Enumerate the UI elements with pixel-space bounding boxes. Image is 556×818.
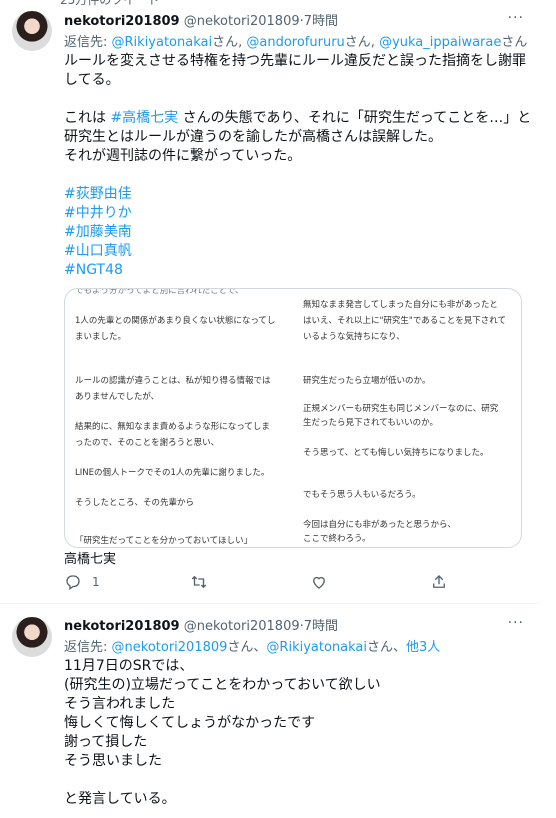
hashtag-link[interactable]: #中井りか [64, 204, 524, 223]
more-options-icon[interactable]: ··· [508, 10, 524, 26]
tweet-text-line: これは #高橋七実 さんの失態であり、それに「研究生だってことを…」と [64, 110, 532, 126]
heart-icon [313, 576, 325, 589]
tweet-text-line [64, 166, 524, 185]
image-text-line: でもよう分かってよと別に言われたことで、 [75, 288, 244, 296]
image-caption: 高橋七実 [64, 552, 117, 567]
reply-to: 返信先: @Rikiyatonakaiさん, @andorofururuさん, … [64, 31, 527, 50]
mention-link[interactable]: 他3人 [406, 640, 440, 655]
avatar[interactable] [12, 617, 52, 657]
image-text-line: いるような気持ちになり、 [303, 332, 405, 342]
reply-prefix: 返信先: [64, 35, 112, 50]
tweet-text-line: (研究生の)立場だってことをわかっておいて欲しい [64, 677, 381, 693]
like-button[interactable] [310, 573, 328, 591]
tweet-text: 11月7日のSRでは、 (研究生の)立場だってことをわかっておいて欲しい そう言われ… [64, 657, 524, 809]
share-button[interactable] [430, 573, 448, 591]
tweet-text-line: してる。 [64, 72, 120, 88]
reply-icon [66, 575, 80, 591]
image-text-line: はいえ、それ以上に"研究生"であることを見下されて [303, 316, 506, 326]
user-handle[interactable]: @nekotori201809 [184, 14, 300, 29]
tweet-text-line [64, 90, 524, 109]
reply-button[interactable]: 1 [64, 573, 100, 591]
mention-link[interactable]: @nekotori201809 [112, 640, 228, 655]
tweet[interactable]: nekotori201809 @nekotori201809·7時間 ··· 返… [0, 604, 540, 818]
retweet-button[interactable] [190, 573, 208, 591]
avatar[interactable] [12, 11, 52, 51]
image-text-line: 研究生だったら立場が低いのか。 [303, 376, 431, 386]
image-text-line: ありませんでしたが、 [75, 392, 160, 402]
reply-prefix: 返信先: [64, 640, 112, 655]
tweet-text-line: 悔しくて悔しくてしょうがなかったです [64, 715, 316, 731]
image-text-line: 「研究生だってことを分かっておいてほしい」 [75, 536, 253, 546]
image-text-line: 正規メンバーも研究生も同じメンバーなのに、研究 [303, 404, 499, 414]
image-text-line: 無知なまま発言してしまった自分にも非があったと [303, 300, 498, 310]
hashtag-link[interactable]: #NGT48 [64, 261, 524, 280]
image-text-line: LINEの個人トークでその1人の先輩に謝りました。 [75, 468, 270, 478]
tweet[interactable]: nekotori201809 @nekotori201809·7時間 ··· 返… [0, 0, 540, 604]
tweet-text-line: そう思いました [64, 753, 162, 769]
timestamp[interactable]: 7時間 [304, 14, 338, 29]
hashtag-link[interactable]: #加藤美南 [64, 223, 524, 242]
reply-separator: さん, [212, 35, 247, 50]
display-name[interactable]: nekotori201809 [64, 619, 180, 634]
attached-image[interactable]: でもよう分かってよと別に言われたことで、 1人の先輩との関係があまり良くない状態… [64, 288, 522, 548]
tweet-text-line: ルールを変えさせる特権を持つ先輩にルール違反だと誤った指摘をし謝罪 [64, 53, 526, 69]
reply-separator: さん, [344, 35, 380, 50]
image-text-line: ここで終わろう。 [303, 534, 371, 544]
reply-to: 返信先: @nekotori201809さん、@Rikiyatonakaiさん、… [64, 636, 440, 655]
reply-separator: さん、 [367, 640, 407, 655]
tweet-text-line [64, 771, 524, 790]
image-text-line: 今回は自分にも非があったと思うから、 [303, 520, 457, 530]
tweet-text: ルールを変えさせる特権を持つ先輩にルール違反だと誤った指摘をし謝罪 してる。これは… [64, 52, 532, 280]
image-text-line: そう思って、とても悔しい気持ちになりました。 [303, 448, 489, 458]
mention-link[interactable]: @Rikiyatonakai [266, 640, 367, 655]
reply-separator: さん [501, 35, 528, 50]
tweet-text-line: 11月7日のSRでは、 [64, 658, 194, 674]
hashtag-link[interactable]: #高橋七実 [110, 110, 178, 126]
image-text-line: そうしたところ、その先輩から [75, 498, 195, 508]
tweet-text-line: そう言われました [64, 696, 176, 712]
tweet-header: nekotori201809 @nekotori201809·7時間 [64, 10, 338, 29]
mention-link[interactable]: @yuka_ippaiwarae [379, 35, 501, 50]
image-text-line: ルールの認識が違うことは、私が知り得る情報では [75, 376, 271, 386]
tweet-text-line: と発言している。 [64, 791, 176, 807]
image-text-line: 生だったら見下されてもいいのか。 [303, 418, 438, 428]
user-handle[interactable]: @nekotori201809 [184, 619, 300, 634]
hashtag-link[interactable]: #山口真帆 [64, 242, 524, 261]
mention-link[interactable]: @andorofururu [246, 35, 344, 50]
more-options-icon[interactable]: ··· [508, 615, 524, 631]
image-text-line: ったので、そのことを謝ろうと思い、 [75, 438, 220, 448]
image-text-line: まいました。 [75, 332, 127, 342]
tweet-header: nekotori201809 @nekotori201809·7時間 [64, 615, 338, 634]
tweet-text-line: それが週刊誌の件に繋がっていった。 [64, 148, 302, 164]
mention-link[interactable]: @Rikiyatonakai [112, 35, 213, 50]
tweet-text-line: 研究生とはルールが違うのを諭したが高橋さんは誤解した。 [64, 129, 442, 145]
retweet-icon [191, 575, 207, 589]
timestamp[interactable]: 7時間 [304, 619, 338, 634]
reply-count: 1 [92, 575, 100, 589]
image-text-line: 結果的に、無知なまま責めるような形になってしま [75, 422, 270, 432]
share-icon [433, 575, 445, 588]
hashtag-link[interactable]: #荻野由佳 [64, 185, 524, 204]
image-text-line: でもそう思う人もいるだろう。 [303, 490, 421, 500]
image-text-line: 1人の先輩との関係があまり良くない状態になってし [75, 316, 276, 326]
tweet-actions: 1 [64, 573, 524, 593]
reply-separator: さん、 [227, 640, 267, 655]
tweet-text-line: 謝って損した [64, 734, 148, 750]
display-name[interactable]: nekotori201809 [64, 14, 180, 29]
